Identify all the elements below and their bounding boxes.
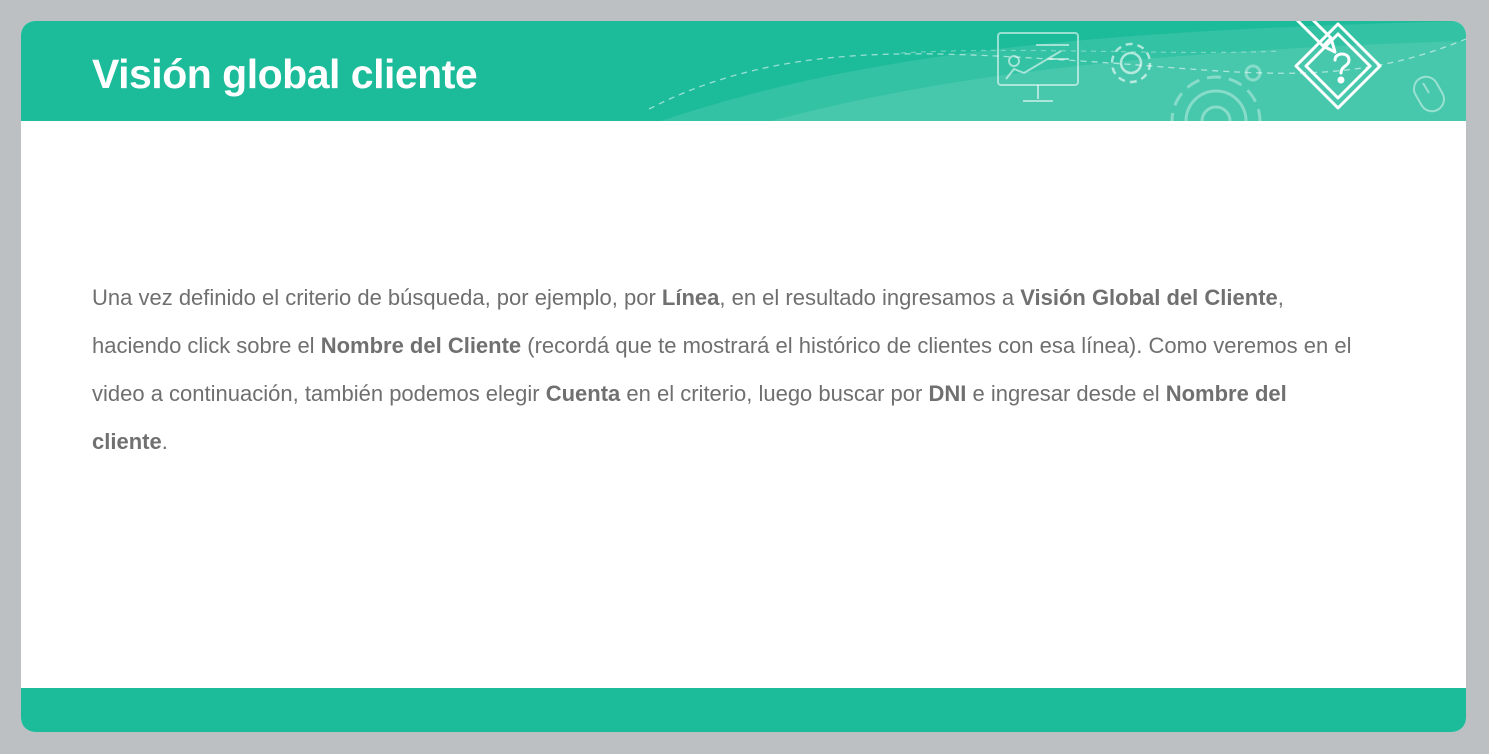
paragraph-text: , en el resultado ingresamos a: [719, 285, 1021, 310]
highlight-cuenta: Cuenta: [545, 381, 621, 406]
highlight-vision-global: Visión Global del Cliente: [1020, 285, 1278, 310]
pencil-question-badge-icon: [1294, 21, 1382, 110]
paragraph-text: Una vez definido el criterio de búsqueda…: [92, 285, 662, 310]
body-paragraph: Una vez definido el criterio de búsqueda…: [92, 274, 1357, 466]
highlight-linea: Línea: [661, 285, 720, 310]
paragraph-text: e ingresar desde el: [966, 381, 1166, 406]
paragraph-text: .: [161, 429, 168, 454]
slide-title: Visión global cliente: [92, 51, 478, 97]
highlight-nombre-cliente: Nombre del Cliente: [320, 333, 522, 358]
slide-footer-bar: [21, 688, 1466, 732]
slide-header: Visión global cliente: [21, 21, 1466, 121]
paragraph-text: en el criterio, luego buscar por: [620, 381, 929, 406]
highlight-dni: DNI: [928, 381, 967, 406]
slide-card: Visión global cliente Una vez definido e…: [21, 21, 1466, 732]
